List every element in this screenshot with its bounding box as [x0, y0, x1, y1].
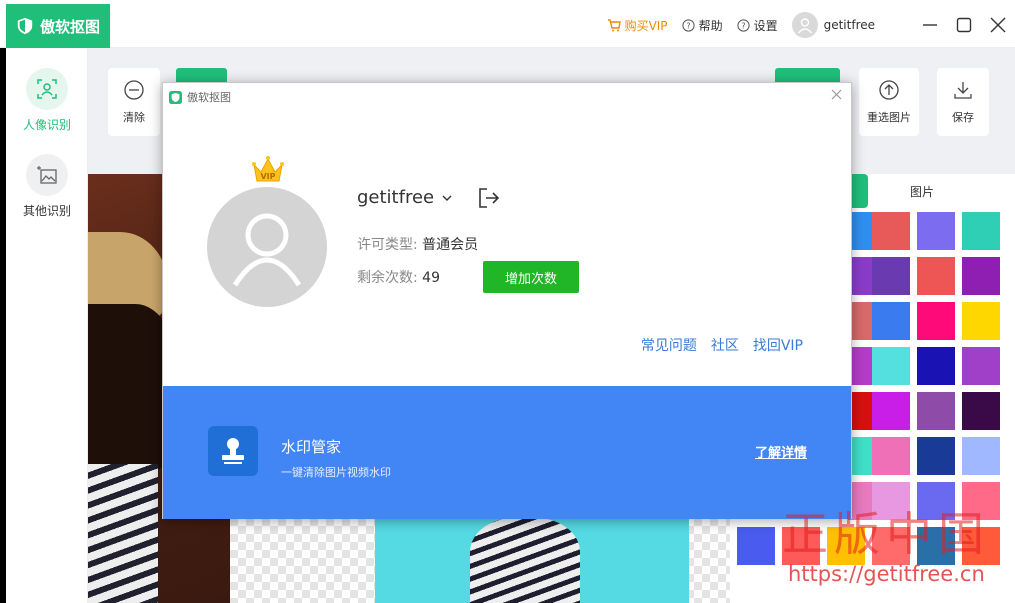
faq-link[interactable]: 常见问题 — [641, 335, 697, 355]
close-icon — [831, 89, 841, 99]
color-swatch[interactable] — [872, 347, 910, 385]
color-swatch[interactable] — [872, 212, 910, 250]
color-swatch[interactable] — [962, 257, 1000, 295]
save-label: 保存 — [952, 111, 974, 124]
user-icon — [797, 18, 812, 34]
color-swatch[interactable] — [917, 302, 955, 340]
color-swatch[interactable] — [917, 257, 955, 295]
reselect-label: 重选图片 — [867, 111, 911, 124]
dialog-title-bar: 傲软抠图 — [169, 87, 231, 107]
app-logo-icon — [169, 90, 182, 104]
site-watermark-url: https://getitfree.cn — [788, 562, 985, 586]
minimize-button[interactable] — [913, 8, 947, 42]
maximize-button[interactable] — [947, 8, 981, 42]
color-swatch[interactable] — [917, 437, 955, 475]
add-count-button[interactable]: 增加次数 — [483, 261, 579, 293]
account-dialog: 傲软抠图 VIP getitfree 许可类型: 普通会员 剩余次数: 49 增… — [162, 82, 852, 519]
buy-vip-label: 购买VIP — [624, 18, 668, 33]
color-swatch[interactable] — [962, 212, 1000, 250]
preview-subject — [470, 518, 580, 603]
color-swatch[interactable] — [872, 257, 910, 295]
minimize-icon — [923, 24, 937, 26]
color-swatch[interactable] — [917, 212, 955, 250]
sidebar-item-other[interactable]: 其他识别 — [6, 154, 88, 219]
remaining-label: 剩余次数: — [357, 270, 418, 286]
close-window-button[interactable] — [981, 8, 1015, 42]
cart-icon — [607, 18, 621, 31]
upload-icon — [879, 80, 899, 100]
other-recognition-icon — [26, 154, 68, 196]
help-icon: ? — [681, 18, 695, 32]
user-avatar-icon — [232, 213, 302, 287]
settings-label: 设置 — [753, 18, 778, 33]
hidden-green-tool-2[interactable] — [775, 68, 840, 82]
buy-vip-link[interactable]: 购买VIP — [607, 17, 668, 34]
clear-icon — [124, 80, 144, 100]
color-swatch[interactable] — [917, 347, 955, 385]
title-bar: 傲软抠图 购买VIP ? 帮助 ? 设置 getitfree — [0, 0, 1015, 48]
download-icon — [954, 82, 972, 99]
app-logo-icon — [17, 17, 33, 35]
color-swatch[interactable] — [962, 392, 1000, 430]
clear-button[interactable]: 清除 — [108, 68, 160, 136]
chevron-down-icon — [442, 195, 452, 201]
avatar — [207, 187, 327, 307]
sidebar-item-label: 其他识别 — [22, 204, 71, 218]
color-swatch[interactable] — [917, 392, 955, 430]
user-menu[interactable]: getitfree — [791, 12, 875, 38]
portrait-recognition-icon — [26, 68, 68, 110]
sidebar-item-portrait[interactable]: 人像识别 — [6, 68, 88, 133]
recover-vip-link[interactable]: 找回VIP — [753, 335, 803, 355]
settings-help-icon: ? — [736, 18, 750, 32]
svg-text:?: ? — [741, 21, 745, 30]
reselect-image-button[interactable]: 重选图片 — [859, 68, 919, 136]
watermark-manager-icon — [208, 426, 258, 476]
avatar — [791, 12, 818, 38]
photo-shirt — [88, 464, 158, 603]
remaining-count: 剩余次数: 49 — [357, 267, 440, 287]
clear-label: 清除 — [123, 111, 145, 124]
maximize-icon — [956, 17, 972, 33]
promo-title: 水印管家 — [281, 438, 342, 456]
hidden-green-tool[interactable] — [176, 68, 227, 82]
app-name: 傲软抠图 — [40, 17, 101, 36]
settings-link[interactable]: ? 设置 — [736, 17, 778, 34]
color-swatch[interactable] — [962, 302, 1000, 340]
color-swatch[interactable] — [872, 392, 910, 430]
save-button[interactable]: 保存 — [937, 68, 989, 136]
svg-text:?: ? — [686, 21, 690, 30]
sidebar: 人像识别 其他识别 — [6, 48, 88, 603]
window-controls — [913, 8, 1015, 42]
remaining-value: 49 — [422, 270, 440, 286]
help-label: 帮助 — [698, 18, 723, 33]
color-swatch[interactable] — [872, 437, 910, 475]
close-icon — [990, 17, 1006, 33]
promo-subtitle: 一键清除图片视频水印 — [281, 466, 391, 479]
dialog-close-button[interactable] — [827, 85, 845, 103]
color-swatch[interactable] — [962, 437, 1000, 475]
color-swatch[interactable] — [737, 527, 775, 565]
promo-banner: 水印管家 一键清除图片视频水印 了解详情 — [163, 386, 851, 519]
help-links: 常见问题 社区 找回VIP — [627, 335, 803, 355]
sidebar-item-label: 人像识别 — [22, 118, 71, 132]
crown-text: VIP — [260, 172, 275, 181]
app-brand: 傲软抠图 — [6, 4, 110, 48]
color-swatch[interactable] — [872, 302, 910, 340]
community-link[interactable]: 社区 — [711, 335, 739, 355]
help-link[interactable]: ? 帮助 — [681, 17, 723, 34]
dialog-title: 傲软抠图 — [187, 91, 231, 104]
username-label: getitfree — [823, 18, 875, 32]
color-swatch[interactable] — [962, 347, 1000, 385]
site-watermark-text: 正版中国 — [782, 507, 990, 561]
vip-crown-icon: VIP — [252, 156, 284, 182]
license-type: 许可类型: 普通会员 — [357, 234, 478, 254]
license-value: 普通会员 — [422, 237, 479, 253]
learn-more-link[interactable]: 了解详情 — [755, 442, 807, 461]
license-label: 许可类型: — [357, 237, 418, 253]
top-links: 购买VIP ? 帮助 ? 设置 getitfree — [593, 12, 875, 38]
account-username[interactable]: getitfree — [357, 187, 452, 208]
tab-image[interactable]: 图片 — [910, 183, 934, 200]
logout-icon[interactable] — [477, 187, 501, 209]
username-label: getitfree — [357, 187, 435, 208]
